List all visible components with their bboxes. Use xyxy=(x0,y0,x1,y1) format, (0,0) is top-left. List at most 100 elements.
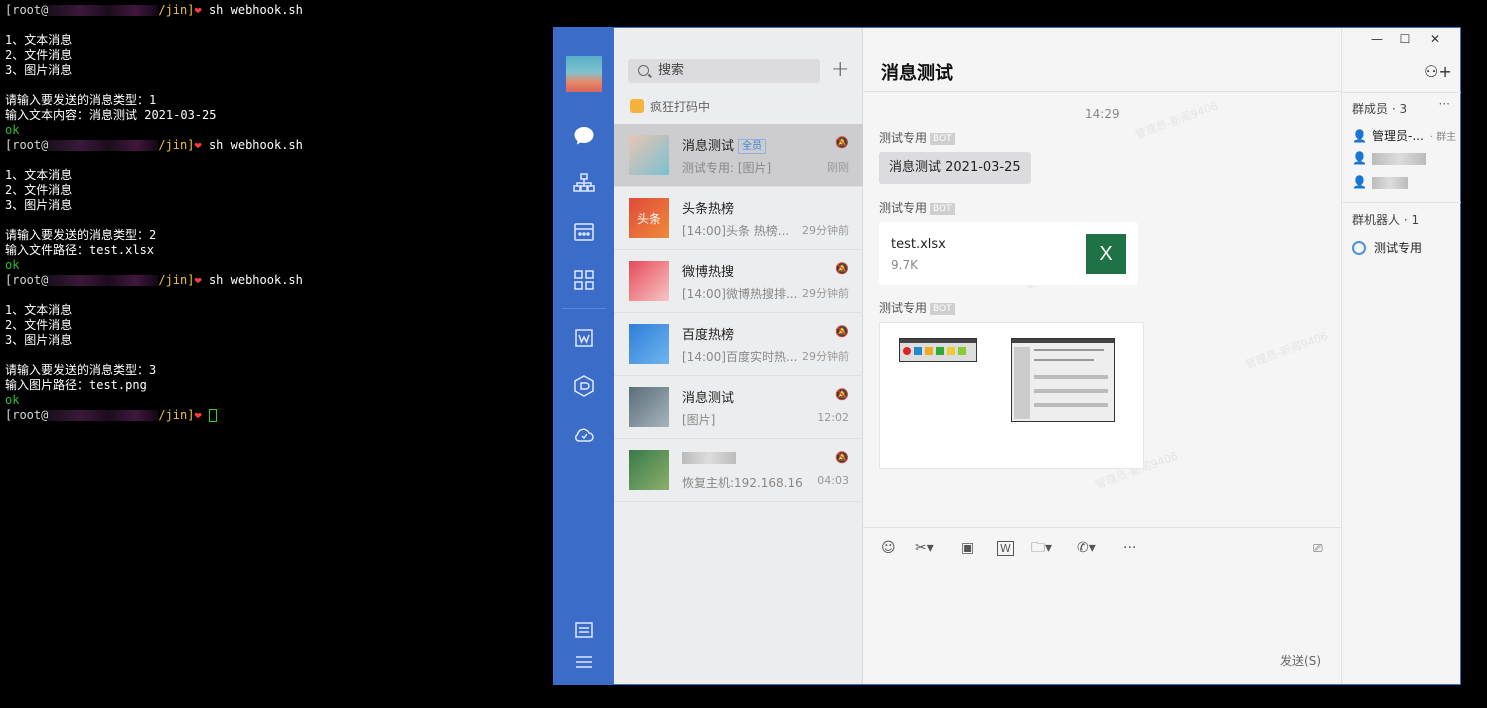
conversation-time: 29分钟前 xyxy=(802,224,849,237)
conversation-item[interactable]: 消息测试 全员 测试专用: [图片] 刚刚 🔕 xyxy=(614,124,863,187)
file-message-card[interactable]: test.xlsx 9.7K X xyxy=(879,222,1138,285)
member-item[interactable]: 👤 管理员-... · 群主 xyxy=(1352,127,1456,144)
conversation-item[interactable]: 头条 头条热榜 [14:00]头条 热榜... 29分钟前 xyxy=(614,187,863,250)
cube-icon[interactable] xyxy=(572,374,596,398)
conversation-list: 搜索 + 疯狂打码中 消息测试 全员 测试专用: [图片] 刚刚 🔕 头条 头条热榜 [14:… xyxy=(614,28,863,684)
robot-item[interactable]: 测试专用 xyxy=(1352,239,1422,256)
terminal-line: [root@/jin]❤ sh webhook.sh xyxy=(5,138,547,153)
scissors-icon[interactable]: ✂▾ xyxy=(915,539,934,557)
close-icon[interactable]: ✕ xyxy=(1428,32,1442,46)
ok-text: ok xyxy=(5,258,20,272)
conversation-time: 04:03 xyxy=(817,474,849,487)
image-icon[interactable]: ▣ xyxy=(961,539,974,557)
terminal-line: [root@/jin]❤ sh webhook.sh xyxy=(5,273,547,288)
redacted-name xyxy=(682,451,736,464)
header-divider xyxy=(1342,92,1461,93)
chat-title: 消息测试 xyxy=(881,63,953,84)
conversation-preview: [14:00]百度实时热... xyxy=(682,350,798,364)
conversation-name: 消息测试 xyxy=(682,139,735,154)
member-item[interactable]: 👤 xyxy=(1352,175,1408,189)
member-item[interactable]: 👤 xyxy=(1352,151,1426,165)
send-button[interactable]: 发送(S) xyxy=(1280,652,1321,669)
org-icon[interactable] xyxy=(572,171,596,195)
excel-file-icon: X xyxy=(1086,234,1126,274)
more-icon[interactable]: ··· xyxy=(1123,539,1136,557)
members-more-icon[interactable]: ··· xyxy=(1439,97,1450,111)
prompt-user: root@ xyxy=(12,138,49,152)
phone-icon[interactable]: ✆▾ xyxy=(1077,539,1096,557)
conversation-avatar xyxy=(629,450,669,490)
conversation-time: 29分钟前 xyxy=(802,350,849,363)
terminal-line: [root@/jin]❤ sh webhook.sh xyxy=(5,3,547,18)
screenshot-thumbnail xyxy=(899,338,977,362)
chat-icon[interactable] xyxy=(572,124,596,148)
robots-title: 群机器人 · 1 xyxy=(1352,213,1420,227)
maximize-icon[interactable]: ☐ xyxy=(1398,32,1412,46)
search-input[interactable]: 搜索 xyxy=(628,59,820,83)
all-members-badge: 全员 xyxy=(738,139,767,154)
terminal-line: 3、图片消息 xyxy=(5,198,73,212)
conversation-avatar xyxy=(629,261,669,301)
folder-icon[interactable]: 🗀▾ xyxy=(1031,539,1052,557)
message-input[interactable] xyxy=(863,568,1341,684)
coder-emoji-icon xyxy=(630,99,644,113)
conversation-item[interactable]: 微博热搜 [14:00]微博热搜排... 29分钟前 🔕 xyxy=(614,250,863,313)
doc-icon[interactable] xyxy=(572,326,596,350)
screen-share-icon[interactable]: ⎚ xyxy=(1313,539,1323,557)
bot-badge: BOT xyxy=(930,133,955,145)
conversation-item[interactable]: 恢复主机:192.168.16.... 04:03 🔕 xyxy=(614,439,863,502)
terminal-line: ok xyxy=(5,123,547,138)
robot-icon xyxy=(1352,241,1366,255)
sender-name: 测试专用 xyxy=(879,301,928,315)
mute-bell-icon: 🔕 xyxy=(835,262,849,275)
conversation-preview: 测试专用: [图片] xyxy=(682,161,772,175)
emoji-icon[interactable]: ☺ xyxy=(881,539,896,557)
user-avatar[interactable] xyxy=(566,56,602,92)
nav-sidebar xyxy=(554,28,614,684)
conversation-item[interactable]: 消息测试 [图片] 12:02 🔕 xyxy=(614,376,863,439)
section-divider xyxy=(1342,202,1461,203)
robot-name: 测试专用 xyxy=(1374,241,1423,255)
user-status[interactable]: 疯狂打码中 xyxy=(630,98,710,115)
file-name: test.xlsx xyxy=(891,237,946,252)
terminal-line: 请输入要发送的消息类型：2 xyxy=(5,228,157,242)
ok-text: ok xyxy=(5,123,20,137)
conversation-title: 消息测试 全员 xyxy=(682,135,767,154)
apps-icon[interactable] xyxy=(572,268,596,292)
conversation-item[interactable]: 百度热榜 [14:00]百度实时热... 29分钟前 🔕 xyxy=(614,313,863,376)
add-person-icon[interactable]: ⚇+ xyxy=(1424,62,1452,82)
redacted-name xyxy=(1372,152,1426,165)
prompt-path: /jin] xyxy=(158,273,195,287)
image-message-card[interactable] xyxy=(879,322,1144,469)
redacted-name xyxy=(1372,176,1408,189)
minimize-icon[interactable]: — xyxy=(1370,32,1384,46)
command-text xyxy=(202,408,209,422)
terminal-window[interactable]: [root@/jin]❤ sh webhook.sh 1、文本消息 2、文件消息 3、… xyxy=(0,0,552,708)
person-icon: 👤 xyxy=(1352,175,1367,189)
calendar-icon[interactable] xyxy=(572,220,596,244)
conversation-title: 头条热榜 xyxy=(682,198,734,217)
doc-w-icon[interactable]: W xyxy=(997,541,1014,556)
message-sender: 测试专用 BOT xyxy=(879,299,955,316)
members-title: 群成员 · 3 xyxy=(1352,102,1408,116)
plus-icon[interactable]: + xyxy=(831,59,849,81)
prompt-user: root@ xyxy=(12,3,49,17)
search-placeholder: 搜索 xyxy=(658,63,685,78)
settings-icon[interactable] xyxy=(572,618,596,642)
text-message-bubble[interactable]: 消息测试 2021-03-25 xyxy=(879,152,1031,184)
message-timestamp: 14:29 xyxy=(1085,107,1120,121)
conversation-avatar xyxy=(629,387,669,427)
message-sender: 测试专用 BOT xyxy=(879,129,955,146)
conversation-time: 29分钟前 xyxy=(802,287,849,300)
cloud-icon[interactable] xyxy=(572,422,596,446)
menu-icon[interactable] xyxy=(572,650,596,674)
member-role: · 群主 xyxy=(1429,132,1457,143)
conversation-name: 百度热榜 xyxy=(682,328,735,343)
terminal-line: 2、文件消息 xyxy=(5,183,73,197)
terminal-line: 1、文本消息 xyxy=(5,303,73,317)
status-text: 疯狂打码中 xyxy=(650,100,711,114)
message-area[interactable]: 管理员-新阁9406 管理员-新阁9406 管理员-新阁9406 管理员-新阁9… xyxy=(863,92,1341,528)
